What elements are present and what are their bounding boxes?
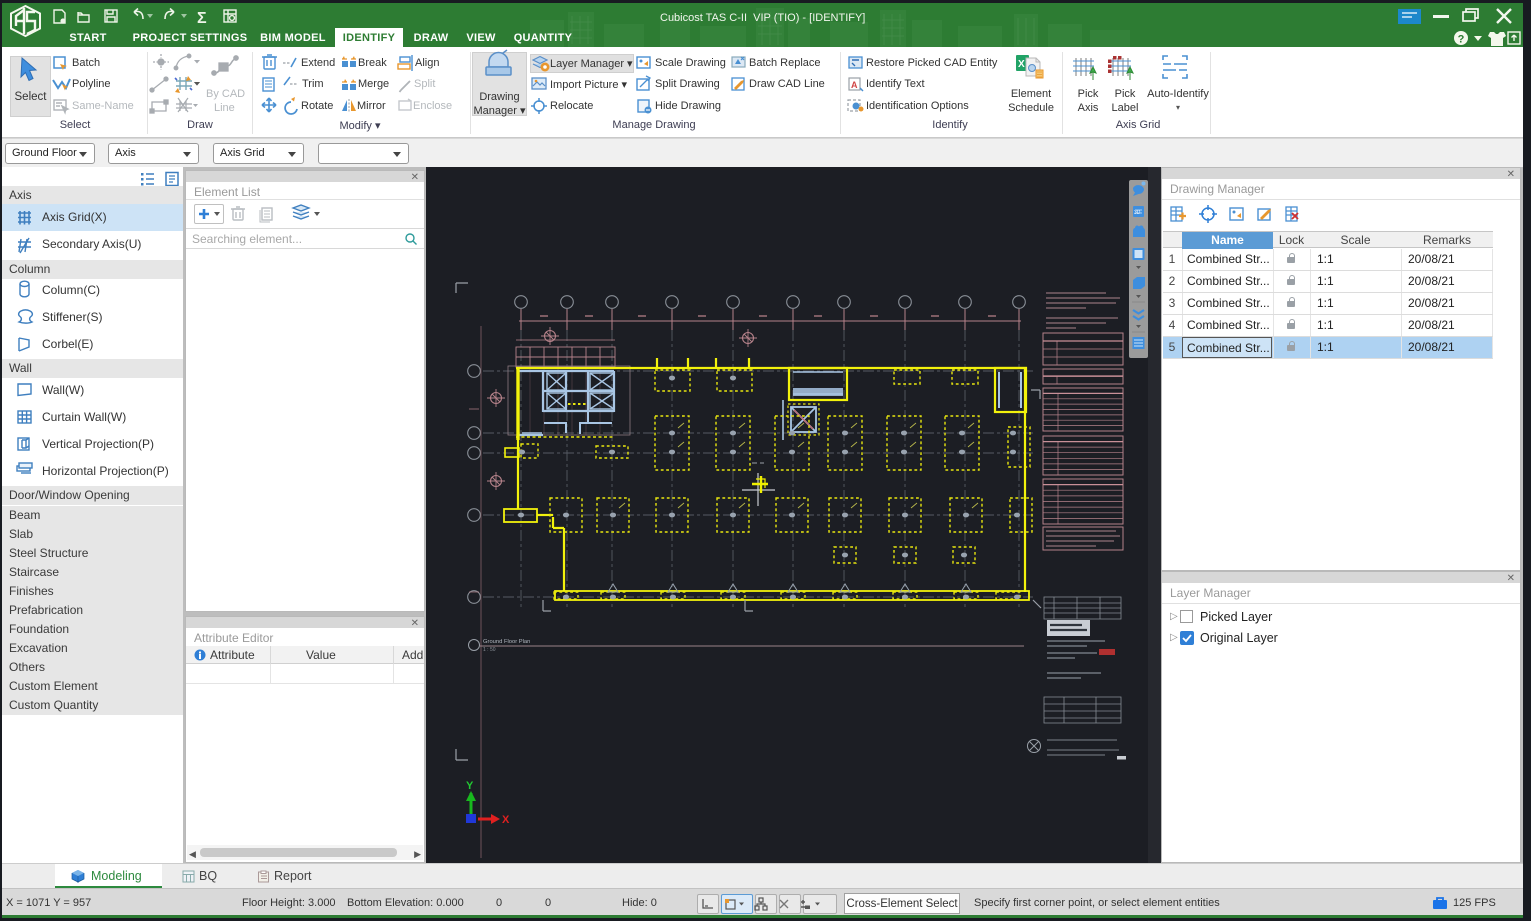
svg-text:Y: Y <box>466 780 474 792</box>
svg-text:X: X <box>1018 59 1025 70</box>
svg-text:A: A <box>851 80 858 90</box>
svg-text:?: ? <box>1458 34 1465 46</box>
svg-text:Ground Floor Plan: Ground Floor Plan <box>483 639 530 645</box>
svg-text:Σ: Σ <box>197 10 207 27</box>
svg-text:X: X <box>502 814 510 826</box>
svg-text:1 : 50: 1 : 50 <box>483 647 496 653</box>
